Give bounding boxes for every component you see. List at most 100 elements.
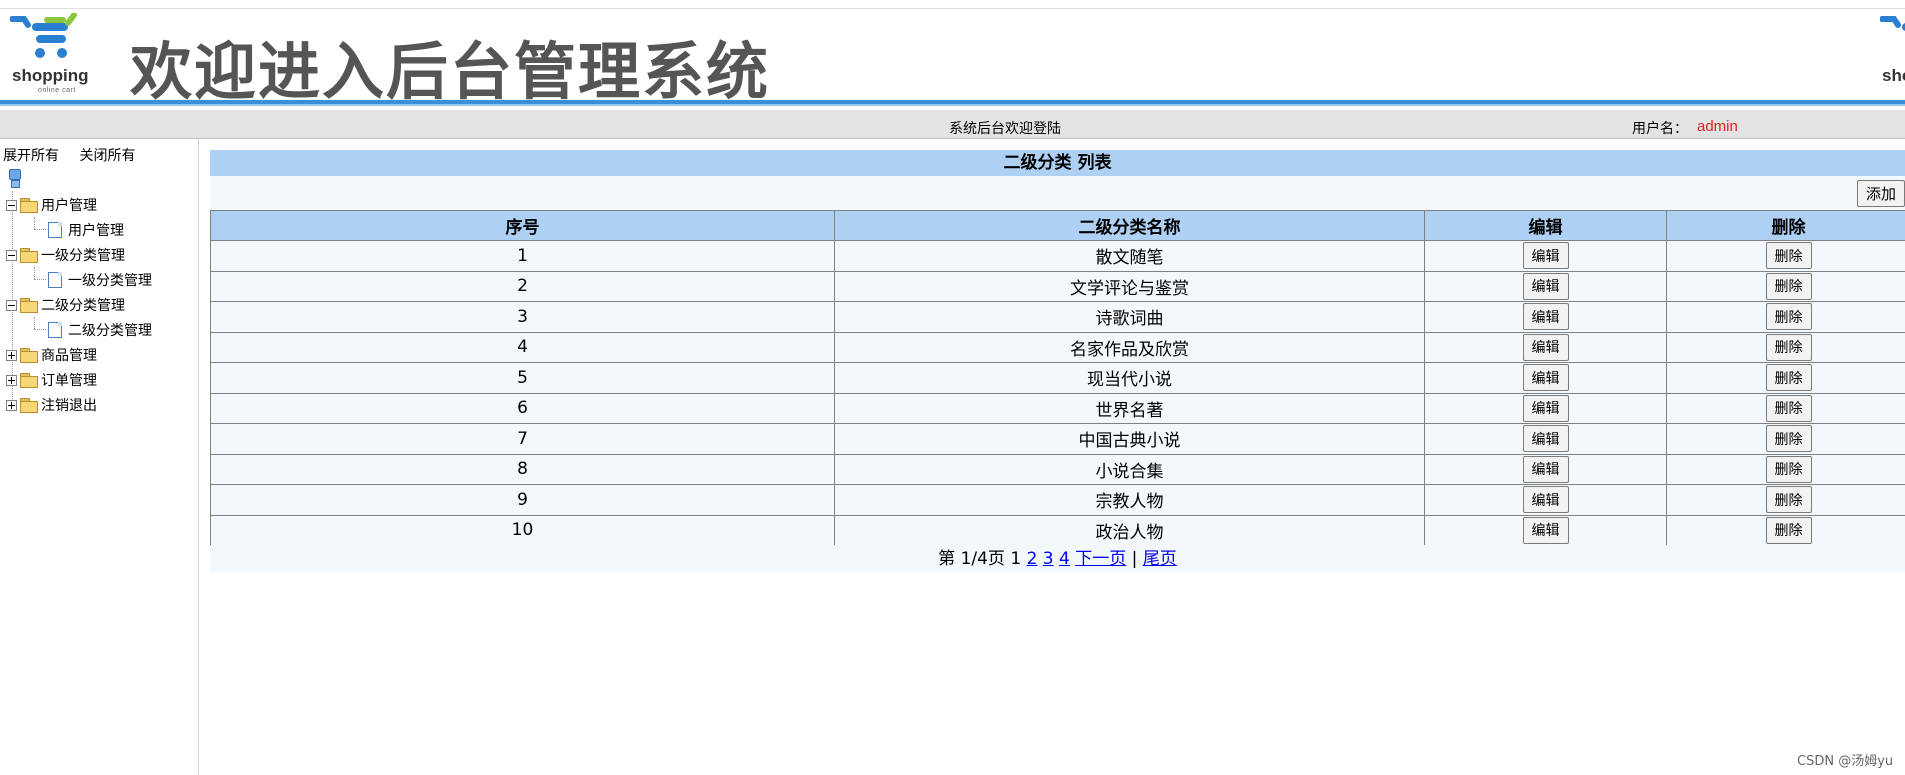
tree-root xyxy=(6,169,22,191)
list-title: 二级分类 列表 xyxy=(210,150,1905,176)
tree-page-category2[interactable]: 二级分类管理 xyxy=(48,320,152,340)
delete-button[interactable]: 删除 xyxy=(1765,455,1812,483)
tree-folder-products[interactable]: 商品管理 xyxy=(6,345,97,365)
table-row: 3 诗歌词曲 编辑 删除 xyxy=(210,301,1905,333)
edit-button[interactable]: 编辑 xyxy=(1522,242,1569,270)
delete-button[interactable]: 删除 xyxy=(1765,516,1812,544)
tree-folder-category2[interactable]: 二级分类管理 xyxy=(6,295,125,315)
page-icon xyxy=(48,272,62,288)
edit-button[interactable]: 编辑 xyxy=(1522,272,1569,300)
tree-page-user[interactable]: 用户管理 xyxy=(48,220,124,240)
shopping-cart-logo-right: shopping xyxy=(1879,13,1905,95)
watermark: CSDN @汤姆yu xyxy=(1797,754,1894,769)
collapse-toggle-icon[interactable] xyxy=(6,299,17,311)
cell-edit: 编辑 xyxy=(1424,240,1667,272)
toolbar: 添加 xyxy=(210,176,1905,210)
cell-id: 3 xyxy=(210,301,835,333)
tree-folder-user[interactable]: 用户管理 xyxy=(6,195,97,215)
pager-separator: | xyxy=(1131,549,1138,569)
username-label: 用户名： xyxy=(1632,121,1688,137)
cell-id: 4 xyxy=(210,331,835,363)
cell-name: 散文随笔 xyxy=(834,240,1425,272)
edit-button[interactable]: 编辑 xyxy=(1522,516,1569,544)
edit-button[interactable]: 编辑 xyxy=(1522,333,1569,361)
cell-name: 世界名著 xyxy=(834,392,1425,424)
cell-name: 现当代小说 xyxy=(834,362,1425,394)
add-button[interactable]: 添加 xyxy=(1857,180,1905,207)
tree-line xyxy=(34,317,35,329)
expand-toggle-icon[interactable] xyxy=(6,374,17,386)
cell-delete: 删除 xyxy=(1666,453,1905,485)
column-header-id: 序号 xyxy=(210,210,835,241)
cell-id: 10 xyxy=(210,514,835,546)
tree-folder-orders[interactable]: 订单管理 xyxy=(6,370,97,390)
delete-button[interactable]: 删除 xyxy=(1765,333,1812,361)
cell-delete: 删除 xyxy=(1666,423,1905,455)
page-link-4[interactable]: 4 xyxy=(1059,549,1070,569)
cell-name: 名家作品及欣赏 xyxy=(834,331,1425,363)
tree-line xyxy=(34,329,46,330)
cell-name: 政治人物 xyxy=(834,514,1425,546)
page-link-3[interactable]: 3 xyxy=(1043,549,1054,569)
cell-id: 1 xyxy=(210,240,835,272)
header-divider-light xyxy=(0,104,1905,106)
page-title: 欢迎进入后台管理系统 xyxy=(130,35,771,108)
logo-word: shopping xyxy=(1882,66,1905,85)
collapse-toggle-icon[interactable] xyxy=(6,249,17,261)
page-info: 第 1/4页 1 xyxy=(938,549,1022,569)
collapse-all-link[interactable]: 关闭所有 xyxy=(79,148,135,164)
table-row: 9 宗教人物 编辑 删除 xyxy=(210,484,1905,516)
tree-label: 一级分类管理 xyxy=(68,273,152,289)
cell-name: 小说合集 xyxy=(834,453,1425,485)
table-row: 2 文学评论与鉴赏 编辑 删除 xyxy=(210,270,1905,302)
delete-button[interactable]: 删除 xyxy=(1765,394,1812,422)
tree-folder-category1[interactable]: 一级分类管理 xyxy=(6,245,125,265)
username-value: admin xyxy=(1697,118,1738,135)
delete-button[interactable]: 删除 xyxy=(1765,303,1812,331)
delete-button[interactable]: 删除 xyxy=(1765,486,1812,514)
cell-edit: 编辑 xyxy=(1424,484,1667,516)
cell-name: 文学评论与鉴赏 xyxy=(834,270,1425,302)
expand-all-link[interactable]: 展开所有 xyxy=(3,148,59,164)
table-row: 10 政治人物 编辑 删除 xyxy=(210,514,1905,546)
table-row: 8 小说合集 编辑 删除 xyxy=(210,453,1905,485)
tree-controls: 展开所有 关闭所有 xyxy=(3,145,135,165)
pagination: 第 1/4页 1 2 3 4 下一页 | 尾页 xyxy=(210,545,1905,573)
delete-button[interactable]: 删除 xyxy=(1765,272,1812,300)
expand-toggle-icon[interactable] xyxy=(6,399,17,411)
column-header-edit: 编辑 xyxy=(1424,210,1667,241)
edit-button[interactable]: 编辑 xyxy=(1522,394,1569,422)
edit-button[interactable]: 编辑 xyxy=(1522,455,1569,483)
page-link-2[interactable]: 2 xyxy=(1027,549,1038,569)
edit-button[interactable]: 编辑 xyxy=(1522,425,1569,453)
tree-label: 订单管理 xyxy=(41,373,97,389)
tree-label: 商品管理 xyxy=(41,348,97,364)
last-page-link[interactable]: 尾页 xyxy=(1143,549,1177,569)
table-header-row: 序号 二级分类名称 编辑 删除 xyxy=(210,210,1905,241)
folder-open-icon xyxy=(20,298,38,313)
tree-page-category1[interactable]: 一级分类管理 xyxy=(48,270,152,290)
cell-edit: 编辑 xyxy=(1424,331,1667,363)
delete-button[interactable]: 删除 xyxy=(1765,242,1812,270)
cell-id: 7 xyxy=(210,423,835,455)
expand-toggle-icon[interactable] xyxy=(6,349,17,361)
folder-open-icon xyxy=(20,198,38,213)
cell-delete: 删除 xyxy=(1666,362,1905,394)
edit-button[interactable]: 编辑 xyxy=(1522,303,1569,331)
edit-button[interactable]: 编辑 xyxy=(1522,486,1569,514)
cart-icon xyxy=(9,12,77,58)
tree-line xyxy=(34,217,35,229)
folder-icon xyxy=(20,398,38,413)
delete-button[interactable]: 删除 xyxy=(1765,425,1812,453)
status-bar: 系统后台欢迎登陆 用户名： admin xyxy=(0,110,1905,139)
next-page-link[interactable]: 下一页 xyxy=(1075,549,1126,569)
column-header-name: 二级分类名称 xyxy=(834,210,1425,241)
cell-name: 中国古典小说 xyxy=(834,423,1425,455)
collapse-toggle-icon[interactable] xyxy=(6,199,17,211)
tree-label: 一级分类管理 xyxy=(41,248,125,264)
cell-delete: 删除 xyxy=(1666,514,1905,546)
computer-icon xyxy=(6,169,22,188)
delete-button[interactable]: 删除 xyxy=(1765,364,1812,392)
edit-button[interactable]: 编辑 xyxy=(1522,364,1569,392)
tree-folder-logout[interactable]: 注销退出 xyxy=(6,395,97,415)
